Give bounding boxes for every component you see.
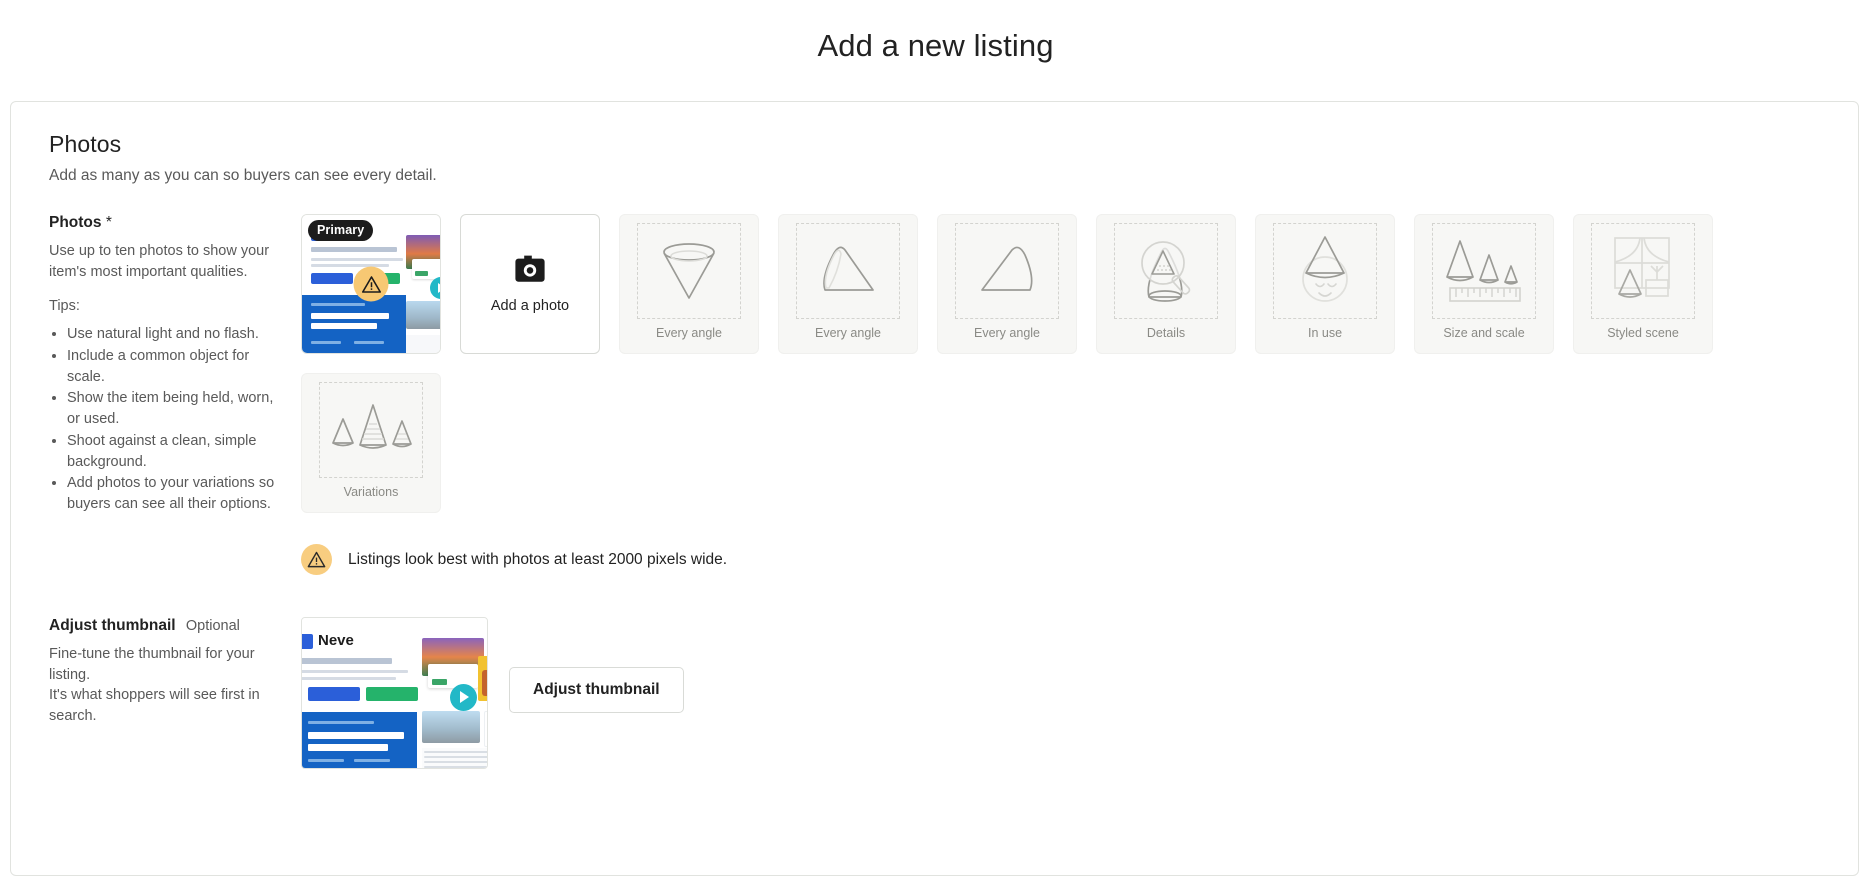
dashed-frame (955, 223, 1059, 319)
adjust-thumbnail-button[interactable]: Adjust thumbnail (509, 667, 684, 713)
placeholder-label: Styled scene (1607, 326, 1679, 340)
neve-yellow-card (478, 656, 487, 701)
placeholder-tile-in-use[interactable]: In use (1255, 214, 1395, 354)
tips-label: Tips: (49, 298, 80, 315)
add-listing-page: Add a new listing Photos Add as many as … (0, 0, 1871, 879)
neve-text-line (302, 670, 408, 673)
photo-tile-grid: Neve (301, 214, 1858, 513)
cone-inverted-icon (658, 236, 720, 307)
placeholder-tile-every-angle-2[interactable]: Every angle (778, 214, 918, 354)
adjust-thumbnail-label: Adjust thumbnail Optional (49, 617, 289, 635)
neve-logo-icon (302, 634, 313, 649)
adjust-thumbnail-left-column: Adjust thumbnail Optional Fine-tune the … (49, 617, 301, 726)
neve-text-line (302, 677, 396, 680)
page-title: Add a new listing (817, 28, 1054, 63)
neve-text-line (311, 264, 389, 267)
photos-label-text: Photos (49, 214, 102, 231)
neve-brand-text: Neve (318, 632, 354, 649)
dashed-frame (796, 223, 900, 319)
dashed-frame (1114, 223, 1218, 319)
add-photo-tile[interactable]: Add a photo (460, 214, 600, 354)
neve-side-card (484, 711, 487, 747)
neve-headline-bar (311, 247, 397, 252)
notice-text: Listings look best with photos at least … (348, 550, 728, 568)
adjust-thumbnail-right-column: Neve Adjust thumbnail (301, 617, 1858, 769)
photos-help-text: Use up to ten photos to show your item's… (49, 243, 270, 280)
photo-size-notice: Listings look best with photos at least … (301, 544, 1858, 575)
neve-blue-panel (302, 712, 417, 768)
photos-field-row: Photos * Use up to ten photos to show yo… (49, 214, 1858, 575)
placeholder-label: In use (1307, 326, 1343, 340)
camera-icon (514, 255, 546, 287)
play-button-icon (450, 684, 477, 711)
dashed-frame (319, 382, 423, 478)
photos-right-column: Neve (301, 214, 1858, 575)
warning-triangle-icon (301, 544, 332, 575)
primary-photo-tile[interactable]: Neve (301, 214, 441, 354)
list-item: Use natural light and no flash. (67, 324, 289, 345)
neve-headline-bar (302, 658, 392, 664)
dashed-frame (1432, 223, 1536, 319)
placeholder-tile-every-angle-3[interactable]: Every angle (937, 214, 1077, 354)
placeholder-label: Every angle (814, 326, 881, 340)
cone-face-icon (1292, 231, 1358, 312)
dashed-frame (1591, 223, 1695, 319)
dashed-frame (1273, 223, 1377, 319)
neve-second-image (422, 711, 480, 743)
placeholder-label: Every angle (973, 326, 1040, 340)
neve-floating-card (412, 259, 440, 279)
neve-primary-button (311, 273, 353, 284)
list-item: Add photos to your variations so buyers … (67, 473, 289, 514)
thumbnail-neve-screenshot: Neve (302, 618, 487, 768)
adjust-thumbnail-help-line-1: Fine-tune the thumbnail for your listing… (49, 646, 255, 683)
placeholder-tile-size-and-scale[interactable]: Size and scale (1414, 214, 1554, 354)
section-heading: Photos (49, 131, 122, 157)
photos-field-label: Photos * (49, 214, 289, 232)
neve-text-block (406, 335, 440, 353)
list-item: Include a common object for scale. (67, 346, 289, 387)
neve-secondary-button (366, 687, 418, 701)
cone-side-left-icon (815, 238, 881, 305)
photos-card: Photos Add as many as you can so buyers … (10, 101, 1859, 876)
dashed-frame (637, 223, 741, 319)
required-asterisk: * (105, 214, 112, 231)
cones-variations-icon (327, 395, 415, 466)
neve-text-line (311, 258, 403, 261)
adjust-thumbnail-label-text: Adjust thumbnail (49, 617, 176, 634)
optional-tag: Optional (185, 618, 240, 634)
neve-blue-panel (302, 295, 406, 353)
placeholder-label: Details (1146, 326, 1186, 340)
thumbnail-preview[interactable]: Neve (301, 617, 488, 769)
section-subheading: Add as many as you can so buyers can see… (49, 167, 437, 184)
cone-side-right-icon (974, 238, 1040, 305)
cone-window-plant-icon (1603, 232, 1683, 311)
adjust-thumbnail-row: Adjust thumbnail Optional Fine-tune the … (49, 617, 1858, 769)
placeholder-tile-variations[interactable]: Variations (301, 373, 441, 513)
list-item: Shoot against a clean, simple background… (67, 431, 289, 472)
cones-ruler-icon (1440, 233, 1528, 310)
neve-second-image (406, 301, 440, 329)
photo-warning-icon (353, 266, 389, 302)
primary-badge: Primary (308, 220, 374, 241)
add-photo-label: Add a photo (490, 297, 570, 314)
placeholder-label: Variations (343, 485, 399, 499)
neve-primary-button (308, 687, 360, 701)
placeholder-label: Every angle (655, 326, 722, 340)
adjust-thumbnail-help: Fine-tune the thumbnail for your listing… (49, 644, 289, 726)
placeholder-tile-details[interactable]: Details (1096, 214, 1236, 354)
thumbnail-preview-row: Neve Adjust thumbnail (301, 617, 1858, 769)
tips-list: Use natural light and no flash. Include … (49, 324, 289, 515)
placeholder-tile-every-angle-1[interactable]: Every angle (619, 214, 759, 354)
placeholder-tile-styled-scene[interactable]: Styled scene (1573, 214, 1713, 354)
photos-left-column: Photos * Use up to ten photos to show yo… (49, 214, 301, 516)
cone-magnifier-icon (1129, 233, 1203, 310)
adjust-thumbnail-help-line-2: It's what shoppers will see first in sea… (49, 687, 260, 724)
play-button-icon (430, 277, 440, 299)
placeholder-label: Size and scale (1443, 326, 1525, 340)
list-item: Show the item being held, worn, or used. (67, 388, 289, 429)
neve-floating-card (428, 664, 478, 688)
neve-text-block (422, 748, 487, 768)
